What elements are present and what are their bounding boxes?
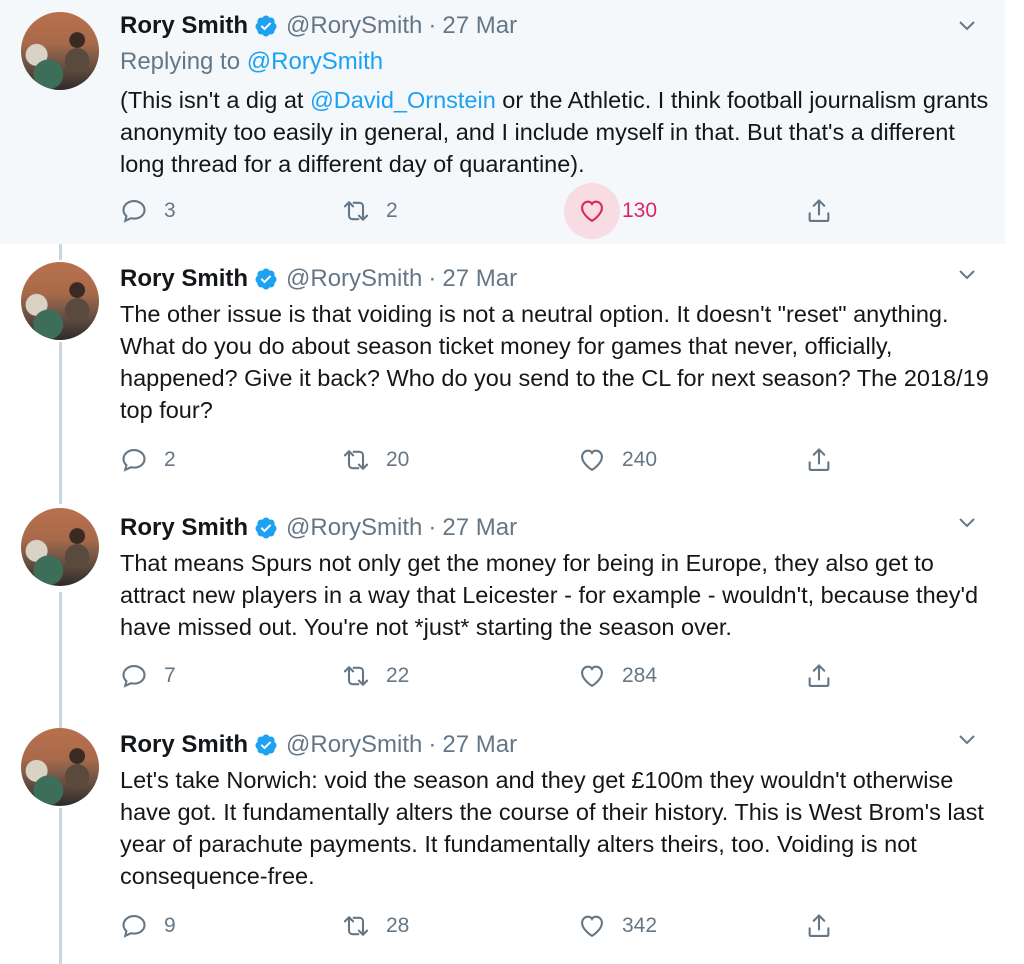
- tweet-actions: 7 22 284: [120, 656, 840, 696]
- heart-icon: [581, 200, 603, 223]
- verified-badge-icon: [255, 734, 277, 756]
- tweet-text: That means Spurs not only get the money …: [120, 550, 979, 640]
- author-handle[interactable]: @RorySmith: [286, 12, 422, 40]
- retweet-count: 20: [386, 448, 410, 471]
- share-button[interactable]: [805, 191, 833, 231]
- verified-badge-icon: [255, 268, 277, 290]
- author-handle[interactable]: @RorySmith: [286, 514, 422, 542]
- heart-icon: [581, 449, 603, 472]
- separator-dot: ·: [428, 514, 437, 541]
- tweet-actions: 9 28 342: [120, 906, 840, 946]
- share-button[interactable]: [805, 906, 833, 946]
- like-count: 284: [622, 664, 658, 687]
- reply-icon: [122, 200, 146, 223]
- retweet-button[interactable]: 22: [342, 656, 409, 696]
- heart-icon: [581, 665, 603, 688]
- reply-button[interactable]: 2: [120, 440, 176, 480]
- reply-count: 3: [164, 199, 176, 222]
- avatar[interactable]: [21, 12, 99, 90]
- retweet-button[interactable]: 2: [342, 191, 398, 231]
- retweet-button[interactable]: 28: [342, 906, 409, 946]
- author-handle[interactable]: @RorySmith: [286, 265, 422, 293]
- reply-button[interactable]: 9: [120, 906, 176, 946]
- share-button[interactable]: [805, 440, 833, 480]
- tweet-actions: 3 2 130: [120, 183, 840, 239]
- reply-count: 9: [164, 914, 176, 937]
- like-count: 130: [622, 199, 658, 222]
- tweet-header: Rory Smith @RorySmith · 27 Mar: [120, 265, 517, 293]
- share-icon: [808, 448, 830, 471]
- like-button[interactable]: 342: [578, 906, 657, 946]
- replying-to: Replying to @RorySmith: [120, 48, 383, 76]
- chevron-down-icon[interactable]: [955, 728, 979, 752]
- verified-badge-icon: [255, 517, 277, 539]
- author-name[interactable]: Rory Smith: [120, 731, 248, 759]
- tweet-header: Rory Smith @RorySmith · 27 Mar: [120, 731, 517, 759]
- mention-link[interactable]: @David_Ornstein: [310, 87, 496, 113]
- retweet-button[interactable]: 20: [342, 440, 409, 480]
- tweet[interactable]: Rory Smith @RorySmith · 27 Mar The other…: [0, 244, 1005, 492]
- tweet-header: Rory Smith @RorySmith · 27 Mar: [120, 12, 517, 40]
- retweet-icon: [343, 201, 369, 221]
- tweet-text-part: (This isn't a dig at: [120, 87, 310, 113]
- retweet-count: 2: [386, 199, 398, 222]
- reply-button[interactable]: 3: [120, 191, 176, 231]
- separator-dot: ·: [428, 731, 437, 758]
- tweet-date[interactable]: 27 Mar: [442, 265, 517, 293]
- author-handle[interactable]: @RorySmith: [286, 731, 422, 759]
- retweet-count: 28: [386, 914, 410, 937]
- tweet[interactable]: Rory Smith @RorySmith · 27 Mar That mean…: [0, 492, 1005, 714]
- chevron-down-icon[interactable]: [955, 263, 979, 287]
- reply-icon: [122, 665, 146, 688]
- chevron-down-icon[interactable]: [955, 14, 979, 38]
- retweet-icon: [343, 666, 369, 686]
- like-count: 240: [622, 448, 658, 471]
- share-button[interactable]: [805, 656, 833, 696]
- tweet[interactable]: Rory Smith @RorySmith · 27 Mar Let's tak…: [0, 714, 1005, 964]
- reply-count: 7: [164, 664, 176, 687]
- verified-badge-icon: [255, 15, 277, 37]
- share-icon: [808, 914, 830, 937]
- reply-count: 2: [164, 448, 176, 471]
- like-button[interactable]: 130: [564, 183, 658, 239]
- tweet-date[interactable]: 27 Mar: [442, 12, 517, 40]
- retweet-icon: [343, 916, 369, 936]
- like-count: 342: [622, 914, 658, 937]
- retweet-count: 22: [386, 664, 410, 687]
- author-name[interactable]: Rory Smith: [120, 265, 248, 293]
- heart-icon: [581, 915, 603, 938]
- chevron-down-icon[interactable]: [955, 511, 979, 535]
- tweet-header: Rory Smith @RorySmith · 27 Mar: [120, 514, 517, 542]
- replying-label: Replying to: [120, 48, 241, 75]
- tweet-date[interactable]: 27 Mar: [442, 731, 517, 759]
- avatar[interactable]: [21, 728, 99, 806]
- author-name[interactable]: Rory Smith: [120, 12, 248, 40]
- tweet-actions: 2 20 240: [120, 440, 840, 480]
- reply-icon: [122, 449, 146, 472]
- avatar[interactable]: [21, 262, 99, 340]
- tweet-text: The other issue is that voiding is not a…: [120, 301, 989, 423]
- tweet[interactable]: Rory Smith @RorySmith · 27 Mar Replying …: [0, 0, 1005, 244]
- reply-icon: [122, 915, 146, 938]
- reply-button[interactable]: 7: [120, 656, 176, 696]
- separator-dot: ·: [428, 265, 437, 292]
- retweet-icon: [343, 450, 369, 470]
- separator-dot: ·: [428, 12, 437, 39]
- tweet-date[interactable]: 27 Mar: [442, 514, 517, 542]
- like-button[interactable]: 284: [578, 656, 657, 696]
- replying-to-link[interactable]: @RorySmith: [247, 48, 383, 75]
- like-button[interactable]: 240: [578, 440, 657, 480]
- tweet-text: Let's take Norwich: void the season and …: [120, 767, 984, 889]
- tweet-text: (This isn't a dig at @David_Ornstein or …: [120, 84, 990, 180]
- share-icon: [808, 664, 830, 687]
- share-icon: [808, 199, 830, 222]
- avatar[interactable]: [21, 508, 99, 586]
- author-name[interactable]: Rory Smith: [120, 514, 248, 542]
